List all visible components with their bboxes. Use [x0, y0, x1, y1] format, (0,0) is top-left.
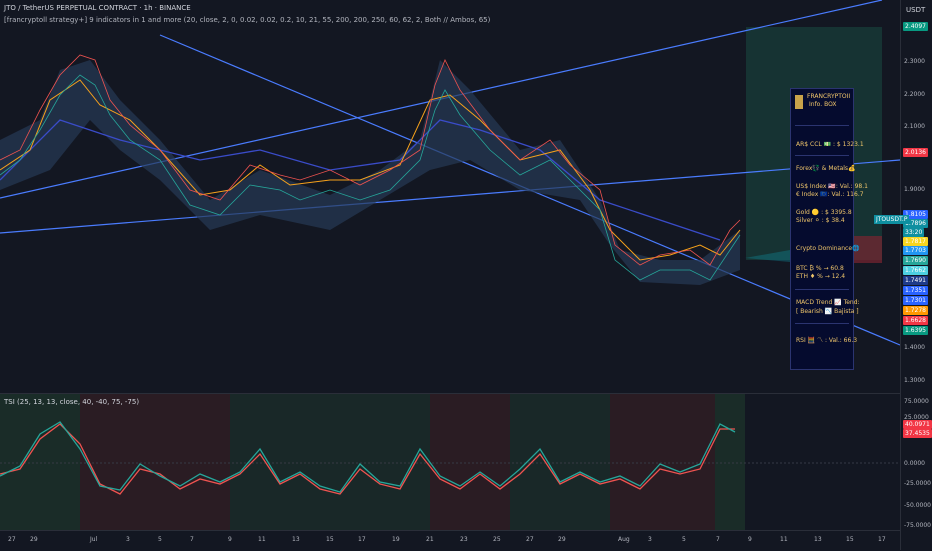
- date-tick: 11: [258, 536, 266, 543]
- price-tick: 1.4000: [904, 344, 925, 351]
- tsi-pane[interactable]: [0, 394, 900, 530]
- date-tick: 13: [814, 536, 822, 543]
- date-tick: 9: [228, 536, 232, 543]
- macd-value: [ Bearish 📉 Bajista ]: [796, 308, 859, 315]
- price-chart[interactable]: [0, 0, 900, 393]
- indicator-legend[interactable]: [francryptoll strategy+] 9 indicators in…: [4, 16, 490, 24]
- time-axis[interactable]: [0, 530, 900, 551]
- date-tick: 3: [126, 536, 130, 543]
- tsi-value-tag: 40.0971: [903, 420, 932, 429]
- tsi-value-tag: 37.4535: [903, 429, 932, 438]
- brand-logo: [795, 95, 803, 109]
- price-tick: 2.2000: [904, 91, 925, 98]
- forex-header: Forex💱 & Metals💰: [796, 165, 856, 172]
- date-tick: 17: [878, 536, 886, 543]
- price-chart-canvas: [0, 0, 900, 346]
- date-tick: 29: [30, 536, 38, 543]
- silver-row: Silver ⚪ : $ 38.4: [796, 217, 845, 224]
- date-tick: 25: [493, 536, 501, 543]
- price-tick: 2.3000: [904, 58, 925, 65]
- price-tag: 1.6628: [903, 316, 928, 325]
- date-tick: 7: [190, 536, 194, 543]
- date-tick: 27: [8, 536, 16, 543]
- btc-row: BTC ₿ % → 60.8: [796, 265, 844, 272]
- date-tick: 21: [426, 536, 434, 543]
- price-tick: 1.3000: [904, 377, 925, 384]
- price-tag: 1.7690: [903, 256, 928, 265]
- price-tag: 1.7817: [903, 237, 928, 246]
- tsi-tick: -50.0000: [904, 502, 931, 509]
- date-tick: 29: [558, 536, 566, 543]
- price-tag: 2.4097: [903, 22, 928, 31]
- tsi-tick: 0.0000: [904, 460, 925, 467]
- date-tick: 9: [748, 536, 752, 543]
- date-tick: 19: [392, 536, 400, 543]
- date-tick: 23: [460, 536, 468, 543]
- date-tick: 11: [780, 536, 788, 543]
- tsi-legend[interactable]: TSI (25, 13, 13, close, 40, -40, 75, -75…: [4, 398, 139, 406]
- info-box-subtitle: Info. BOX: [809, 101, 837, 108]
- price-tag: 1.7351: [903, 286, 928, 295]
- price-tag: 1.7703: [903, 246, 928, 255]
- price-tag: 2.0136: [903, 148, 928, 157]
- tsi-tick: 75.0000: [904, 398, 929, 405]
- price-tag: 1.7491: [903, 276, 928, 285]
- price-tick: 2.1000: [904, 123, 925, 130]
- price-tick: 1.9000: [904, 186, 925, 193]
- tsi-tick: -25.0000: [904, 480, 931, 487]
- price-tag: 1.7301: [903, 296, 928, 305]
- currency-label[interactable]: USDT: [906, 6, 925, 14]
- price-line-red: [0, 54, 741, 266]
- date-tick: Aug: [618, 536, 630, 543]
- gold-row: Gold 🟡 : $ 3395.8: [796, 209, 852, 216]
- rsi-row: RSI 🧮 〽 : Val.: 66.3: [796, 337, 858, 344]
- date-tick: 5: [682, 536, 686, 543]
- price-tag: 33:20: [903, 228, 925, 237]
- tsi-canvas: [0, 394, 900, 530]
- date-tick: 7: [716, 536, 720, 543]
- price-tag: 1.6395: [903, 326, 928, 335]
- eur-index-row: € Index 🇪🇺: Val.: 116.7: [796, 191, 864, 198]
- macd-row: MACD Trend 📈 Tend:: [796, 299, 860, 306]
- crypto-header: Crypto Dominance🌐: [796, 245, 860, 252]
- date-tick: 15: [326, 536, 334, 543]
- info-box: FRANCRYPTOII Info. BOX AR$ CCL 💵 : $ 132…: [790, 88, 868, 370]
- symbol-title[interactable]: JTO / TetherUS PERPETUAL CONTRACT · 1h ·…: [4, 4, 191, 12]
- date-tick: 15: [846, 536, 854, 543]
- ccl-row: AR$ CCL 💵 : $ 1323.1: [796, 141, 864, 148]
- usd-index-row: US$ Index 🇺🇸: Val.: 98.1: [796, 183, 868, 190]
- price-tag: 1.7278: [903, 306, 928, 315]
- info-box-title: FRANCRYPTOII: [807, 93, 851, 100]
- date-tick: 13: [292, 536, 300, 543]
- eth-row: ETH ♦ % → 12.4: [796, 273, 846, 280]
- price-axis[interactable]: [900, 0, 932, 550]
- date-tick: 3: [648, 536, 652, 543]
- date-tick: 27: [526, 536, 534, 543]
- date-tick: 17: [358, 536, 366, 543]
- date-tick: Jul: [90, 536, 98, 543]
- date-tick: 5: [158, 536, 162, 543]
- tsi-tick: -75.0000: [904, 522, 931, 529]
- price-tag: 1.7662: [903, 266, 928, 275]
- symbol-tag: JTOUSDT.P: [874, 215, 910, 224]
